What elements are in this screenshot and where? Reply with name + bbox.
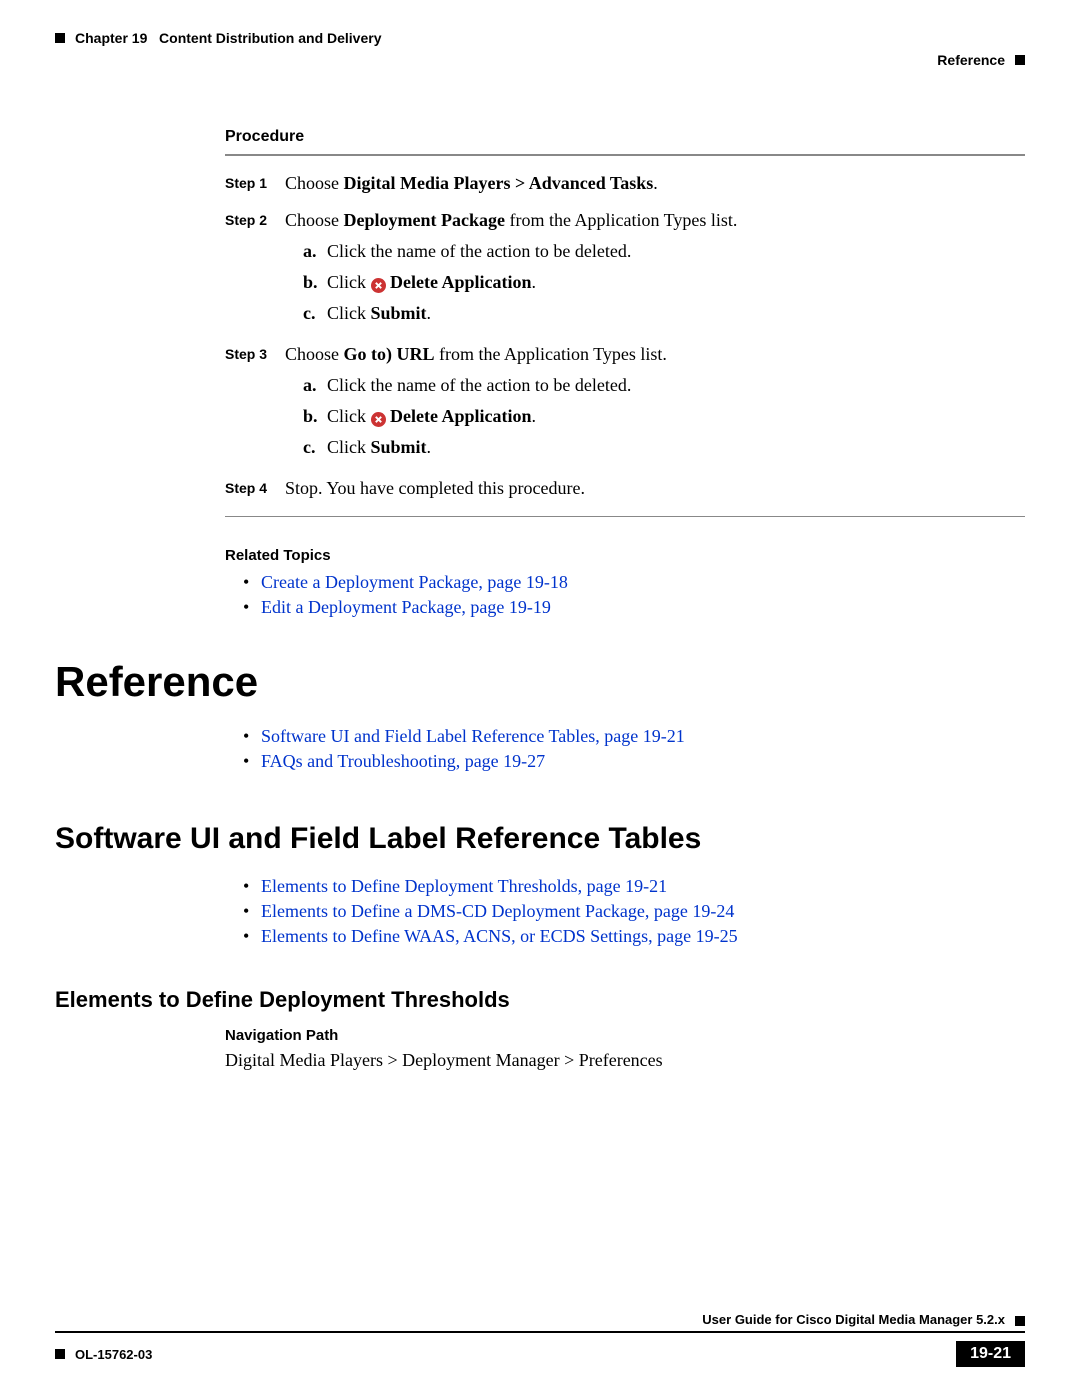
step-label: Step 1	[225, 170, 285, 197]
step-row: Step 3 Choose Go to) URL from the Applic…	[225, 341, 1025, 465]
page-footer: User Guide for Cisco Digital Media Manag…	[55, 1312, 1025, 1367]
substep-list: a.Click the name of the action to be del…	[285, 238, 1025, 327]
step-text: Choose	[285, 210, 344, 230]
heading-reference: Reference	[55, 658, 1025, 706]
list-item: Elements to Define WAAS, ACNS, or ECDS S…	[243, 926, 1025, 947]
substep-post: .	[427, 303, 432, 323]
step-row: Step 2 Choose Deployment Package from th…	[225, 207, 1025, 331]
navigation-path: Digital Media Players > Deployment Manag…	[225, 1050, 1025, 1071]
step-bold: Deployment Package	[344, 210, 505, 230]
footer-square-icon	[1015, 1316, 1025, 1326]
doc-id: OL-15762-03	[75, 1347, 152, 1362]
substep-list: a.Click the name of the action to be del…	[285, 372, 1025, 461]
substep-marker: b.	[303, 269, 327, 296]
step-row: Step 4 Stop. You have completed this pro…	[225, 475, 1025, 502]
step-suffix: .	[653, 173, 658, 193]
navigation-path-heading: Navigation Path	[225, 1027, 1025, 1044]
step-label: Step 2	[225, 207, 285, 331]
related-links: Create a Deployment Package, page 19-18 …	[225, 572, 1025, 618]
substep-marker: a.	[303, 372, 327, 399]
list-item: Edit a Deployment Package, page 19-19	[243, 597, 1025, 618]
chapter-title: Content Distribution and Delivery	[159, 30, 381, 46]
substep-bold: Submit	[371, 437, 427, 457]
substep-marker: c.	[303, 300, 327, 327]
guide-title: User Guide for Cisco Digital Media Manag…	[702, 1312, 1005, 1327]
divider	[225, 154, 1025, 156]
link-waas-acns-ecds[interactable]: Elements to Define WAAS, ACNS, or ECDS S…	[261, 926, 738, 946]
substep-pre: Click	[327, 406, 371, 426]
substep-post: .	[532, 272, 537, 292]
step-text: Stop. You have completed this procedure.	[285, 478, 585, 498]
substep-pre: Click	[327, 437, 371, 457]
section-header: Reference	[55, 52, 1025, 68]
substep-marker: c.	[303, 434, 327, 461]
link-dms-cd-package[interactable]: Elements to Define a DMS-CD Deployment P…	[261, 901, 734, 921]
step-text: Choose	[285, 344, 344, 364]
substep-marker: b.	[303, 403, 327, 430]
list-item: Elements to Define a DMS-CD Deployment P…	[243, 901, 1025, 922]
substep: c.Click Submit.	[303, 434, 1025, 461]
delete-application-icon	[371, 278, 386, 293]
list-item: Elements to Define Deployment Thresholds…	[243, 876, 1025, 897]
link-create-deployment-package[interactable]: Create a Deployment Package, page 19-18	[261, 572, 568, 592]
substep-bold: Submit	[371, 303, 427, 323]
substep: b.Click Delete Application.	[303, 269, 1025, 296]
section-title: Reference	[937, 52, 1005, 68]
substep-marker: a.	[303, 238, 327, 265]
substep: c.Click Submit.	[303, 300, 1025, 327]
list-item: Software UI and Field Label Reference Ta…	[243, 726, 1025, 747]
list-item: FAQs and Troubleshooting, page 19-27	[243, 751, 1025, 772]
heading-deployment-thresholds: Elements to Define Deployment Thresholds	[55, 987, 1025, 1013]
reference-links: Software UI and Field Label Reference Ta…	[225, 726, 1025, 772]
list-item: Create a Deployment Package, page 19-18	[243, 572, 1025, 593]
step-row: Step 1 Choose Digital Media Players > Ad…	[225, 170, 1025, 197]
procedure-heading: Procedure	[225, 128, 1025, 146]
page-number: 19-21	[956, 1341, 1025, 1367]
delete-application-icon	[371, 412, 386, 427]
header-square-icon	[55, 33, 65, 43]
substep-pre: Click	[327, 272, 371, 292]
heading-software-ui-tables: Software UI and Field Label Reference Ta…	[55, 822, 1025, 856]
substep: a.Click the name of the action to be del…	[303, 372, 1025, 399]
divider	[225, 516, 1025, 517]
substep: a.Click the name of the action to be del…	[303, 238, 1025, 265]
substep-post: .	[427, 437, 432, 457]
footer-rule	[55, 1331, 1025, 1333]
link-edit-deployment-package[interactable]: Edit a Deployment Package, page 19-19	[261, 597, 551, 617]
step-bold: Go to) URL	[344, 344, 435, 364]
step-label: Step 4	[225, 475, 285, 502]
footer-square-icon	[55, 1349, 65, 1359]
substep-post: .	[532, 406, 537, 426]
step-suffix: from the Application Types list.	[435, 344, 667, 364]
link-faqs-troubleshooting[interactable]: FAQs and Troubleshooting, page 19-27	[261, 751, 545, 771]
substep-bold: Delete Application	[386, 272, 532, 292]
chapter-label: Chapter 19	[75, 30, 147, 46]
substep-text: Click the name of the action to be delet…	[327, 241, 631, 261]
step-label: Step 3	[225, 341, 285, 465]
substep-bold: Delete Application	[386, 406, 532, 426]
link-software-ui-tables[interactable]: Software UI and Field Label Reference Ta…	[261, 726, 685, 746]
ui-table-links: Elements to Define Deployment Thresholds…	[225, 876, 1025, 947]
substep-pre: Click	[327, 303, 371, 323]
substep: b.Click Delete Application.	[303, 403, 1025, 430]
step-suffix: from the Application Types list.	[505, 210, 737, 230]
header-square-icon	[1015, 55, 1025, 65]
related-topics-heading: Related Topics	[225, 547, 1025, 564]
substep-text: Click the name of the action to be delet…	[327, 375, 631, 395]
step-bold: Digital Media Players > Advanced Tasks	[344, 173, 654, 193]
running-header: Chapter 19 Content Distribution and Deli…	[55, 30, 1025, 46]
link-deployment-thresholds[interactable]: Elements to Define Deployment Thresholds…	[261, 876, 667, 896]
step-text: Choose	[285, 173, 344, 193]
